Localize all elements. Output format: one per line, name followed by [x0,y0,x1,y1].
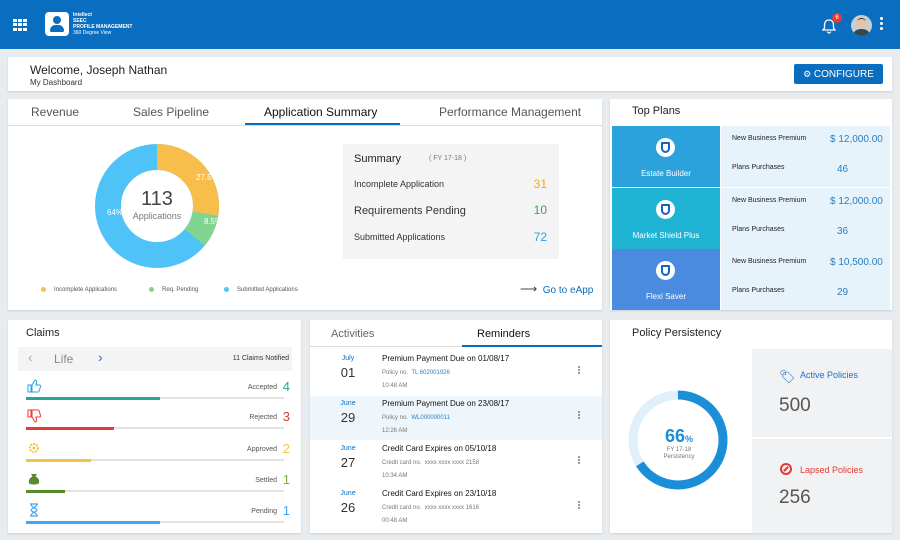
claim-bar-fill [26,397,161,400]
tab-application-summary[interactable]: Application Summary [264,105,377,119]
tab-performance-management[interactable]: Performance Management [439,105,581,119]
legend-submitted: Submitted Applications [224,287,298,293]
plan-tile-flexi-saver[interactable]: Flexi Saver [612,249,720,310]
shield-icon [656,138,675,157]
donut-label-incomplete: 27.5% [196,173,219,182]
tag-icon: 🏷 [779,369,796,384]
dashboard-tabs: Revenue Sales Pipeline Application Summa… [8,99,602,126]
chevron-right-icon[interactable]: › [98,349,103,365]
product-name: Life [54,352,74,366]
more-vertical-icon[interactable] [578,411,581,420]
active-tab-indicator [245,123,400,125]
breadcrumb: My Dashboard [30,78,83,87]
more-vertical-icon[interactable] [578,366,581,375]
claims-title: Claims [26,327,60,339]
shield-icon [656,200,675,219]
legend-pending: Req. Pending [149,287,198,293]
donut-total-label: Applications [132,211,182,221]
more-vertical-icon[interactable] [578,456,581,465]
claim-row-settled[interactable]: Settled 1 [25,472,291,505]
summary-row-incomplete-label: Incomplete Application [354,179,445,189]
welcome-panel: Welcome, Joseph Nathan My Dashboard ⚙ CO… [8,57,892,91]
tab-sales-pipeline[interactable]: Sales Pipeline [133,105,209,119]
claim-row-approved[interactable]: Approved 2 [25,441,291,474]
lapsed-policies-panel[interactable]: Lapsed Policies 256 [752,439,892,533]
summary-row-pending-value: 10 [533,203,547,217]
legend-incomplete: Incomplete Applications [41,287,117,293]
claims-notified: 11 Claims Notified [232,355,289,362]
active-policies-panel[interactable]: 🏷 Active Policies 500 [752,349,892,437]
persistency-center: 66% FY 17-18 Persistency [663,426,695,460]
go-to-eapp-link[interactable]: ⟶ Go to eApp [520,282,593,296]
claim-row-pending[interactable]: Pending 1 [25,503,291,536]
summary-row-submitted-label: Submitted Applications [354,232,446,242]
plan-info-flexi-saver: New Business Premium $ 10,500.00 Plans P… [721,249,890,310]
thumbs-down-icon [27,409,42,423]
hourglass-icon [27,503,41,517]
donut-label-pending: 8.5% [204,217,223,226]
claim-row-accepted[interactable]: Accepted 4 [25,379,291,412]
gears-icon: ⚙ [803,69,812,79]
tab-reminders[interactable]: Reminders [477,328,530,340]
reminder-item[interactable]: June 27 Credit Card Expires on 05/10/18 C… [310,441,602,485]
welcome-title: Welcome, Joseph Nathan [30,63,168,77]
top-plans-title: Top Plans [632,105,681,117]
brand-text: Intellect SEEC PROFILE MANAGEMENT 360 Degr… [73,12,133,36]
shield-icon [656,261,675,280]
claim-bar [26,490,284,493]
plan-tile-market-shield-plus[interactable]: Market Shield Plus [612,188,720,249]
reminder-item[interactable]: June 26 Credit Card Expires on 23/10/18 C… [310,486,602,530]
summary-box: Summary ( FY 17-18 ) Incomplete Applicat… [343,144,559,259]
apps-grid-icon[interactable] [13,19,27,31]
summary-row-pending-label: Requirements Pending [354,205,466,217]
claim-bar [26,459,284,462]
claim-row-rejected[interactable]: Rejected 3 [25,409,291,442]
chevron-left-icon[interactable]: ‹ [28,349,33,365]
claims-card: Claims ‹ Life › 11 Claims Notified Accep… [8,320,301,533]
money-bag-icon [27,472,41,486]
donut-center: 113 Applications [127,188,187,221]
configure-button[interactable]: ⚙ CONFIGURE [794,64,883,84]
top-bar: Intellect SEEC PROFILE MANAGEMENT 360 Degr… [0,0,900,49]
plan-info-estate-builder: New Business Premium $ 12,000.00 Plans P… [721,126,890,187]
profile-logo-icon [45,12,69,36]
more-vertical-icon[interactable] [578,501,581,510]
reminder-item[interactable]: July 01 Premium Payment Due on 01/08/17 P… [310,351,602,395]
claim-bar-fill [26,459,91,462]
claim-bar-fill [26,427,114,430]
notification-badge: 6 [832,13,842,23]
avatar[interactable] [851,15,872,36]
more-vertical-icon[interactable] [880,17,884,33]
claim-bar-fill [26,521,161,524]
claim-bar [26,521,284,524]
top-plans-card: Top Plans Estate Builder New Business Pr… [610,99,892,310]
summary-title: Summary [354,153,402,165]
thumbs-up-icon [27,379,42,393]
tab-revenue[interactable]: Revenue [31,105,79,119]
reminders-card: Activities Reminders July 01 Premium Paym… [310,320,602,533]
plan-info-market-shield-plus: New Business Premium $ 12,000.00 Plans P… [721,188,890,249]
claim-bar-fill [26,490,65,493]
reminder-item[interactable]: June 29 Premium Payment Due on 23/08/17 P… [310,396,602,440]
product-selector: ‹ Life › 11 Claims Notified [18,347,292,371]
summary-row-submitted-value: 72 [533,230,547,244]
donut-label-submitted: 64% [107,208,124,217]
tab-activities[interactable]: Activities [331,328,374,340]
persistency-title: Policy Persistency [632,327,722,339]
arrow-right-icon: ⟶ [520,282,538,296]
plan-tile-estate-builder[interactable]: Estate Builder [612,126,720,187]
gear-icon [27,441,41,455]
active-tab-indicator [462,345,602,347]
donut-total: 113 [141,188,173,210]
summary-fy: ( FY 17-18 ) [429,155,467,162]
block-icon [780,463,792,475]
summary-row-incomplete-value: 31 [533,177,547,191]
claim-bar [26,427,284,430]
claim-bar [26,397,284,400]
